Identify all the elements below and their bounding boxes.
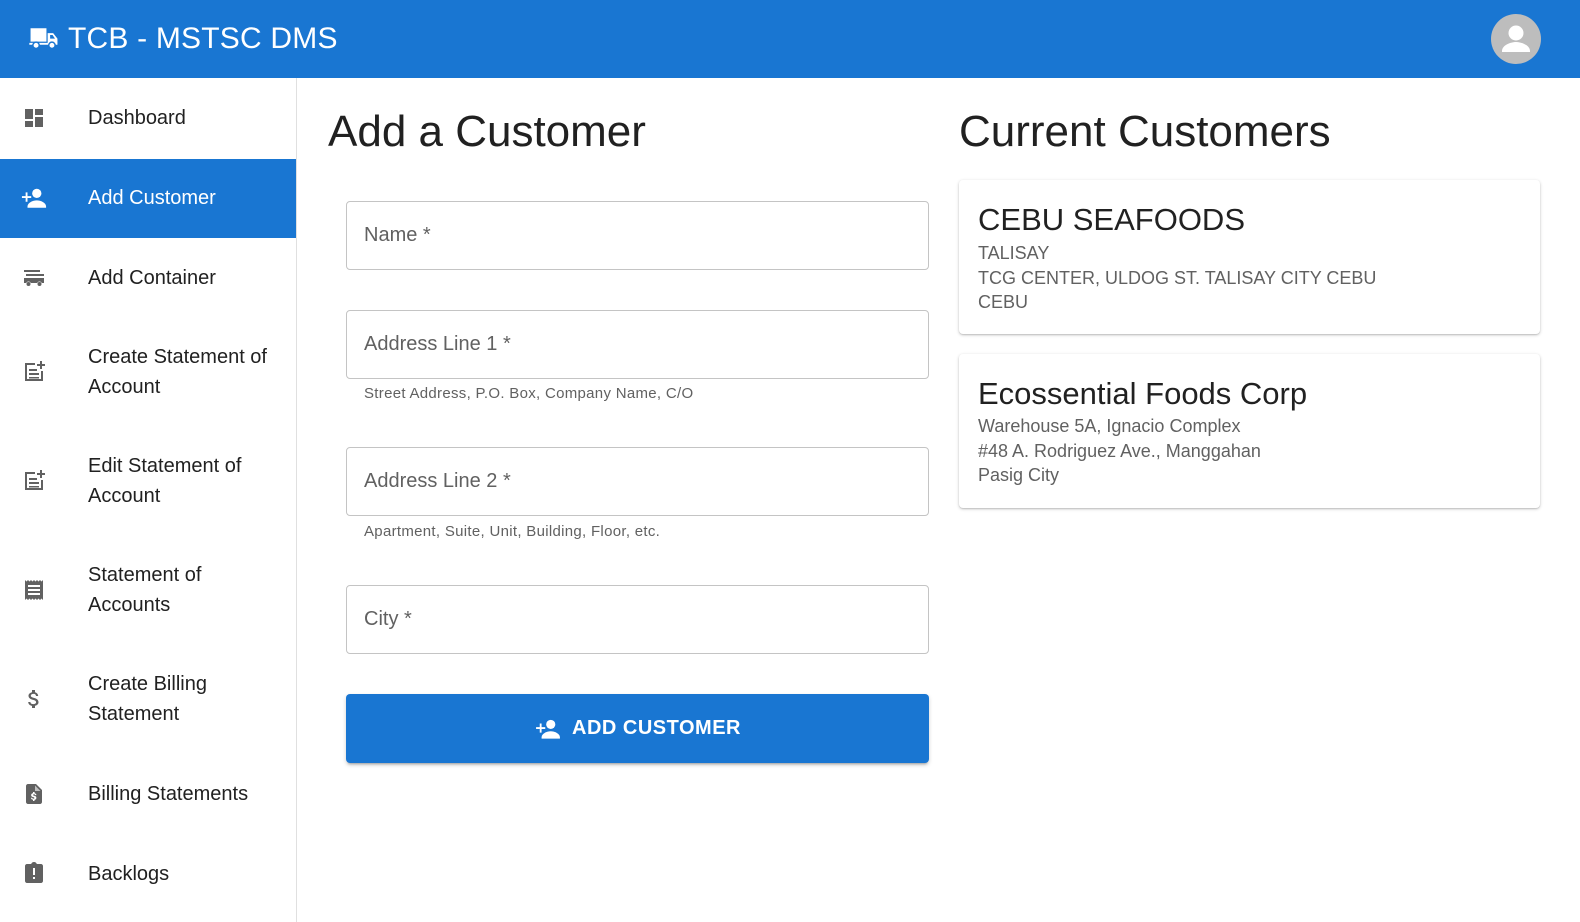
customer-name: Ecossential Foods Corp	[978, 376, 1308, 411]
dashboard-icon	[21, 105, 47, 131]
address-line-2-field[interactable]	[346, 447, 929, 516]
assignment-late-icon	[21, 860, 47, 886]
customers-heading: Current Customers	[959, 107, 1331, 156]
request-quote-icon	[21, 781, 47, 807]
post-add-icon	[21, 359, 47, 385]
truck-icon	[29, 28, 58, 49]
add-customer-button-label: ADD CUSTOMER	[572, 717, 741, 739]
customer-address-line: #48 A. Rodriguez Ave., Manggahan	[978, 441, 1261, 461]
add-customer-button[interactable]: ADD CUSTOMER	[346, 694, 929, 763]
customer-address-line: Warehouse 5A, Ignacio Complex	[978, 416, 1241, 436]
receipt-icon	[21, 577, 47, 603]
customer-address-line: CEBU	[978, 292, 1029, 312]
app-title: TCB - MSTSC DMS	[68, 22, 338, 55]
sidebar-item-label: Dashboard	[88, 107, 186, 129]
sidebar-item-label: Create Statement of Account	[88, 346, 267, 398]
sidebar-item-label: Add Customer	[88, 187, 216, 209]
sidebar-item-statement-of-accounts[interactable]: Statement of Accounts	[0, 536, 296, 644]
sidebar: Dashboard Add Customer Add Container Cre…	[0, 78, 297, 922]
city-field[interactable]	[346, 585, 929, 654]
name-field[interactable]	[346, 201, 929, 270]
container-icon	[21, 265, 47, 291]
sidebar-item-label: Edit Statement of Account	[88, 455, 242, 507]
sidebar-item-label: Statement of Accounts	[88, 564, 202, 616]
sidebar-item-label: Backlogs	[88, 863, 170, 885]
sidebar-item-create-billing[interactable]: Create Billing Statement	[0, 645, 296, 753]
sidebar-item-add-container[interactable]: Add Container	[0, 238, 296, 318]
customer-name: CEBU SEAFOODS	[978, 202, 1245, 237]
form-heading: Add a Customer	[328, 107, 646, 156]
dollar-icon	[21, 686, 47, 712]
sidebar-item-label: Billing Statements	[88, 783, 249, 805]
customer-card[interactable]: Ecossential Foods Corp Warehouse 5A, Ign…	[959, 354, 1540, 508]
app-bar: TCB - MSTSC DMS	[0, 0, 1580, 78]
sidebar-item-billing-statements[interactable]: Billing Statements	[0, 754, 296, 834]
customer-card[interactable]: CEBU SEAFOODS TALISAY TCG CENTER, ULDOG …	[959, 180, 1540, 334]
customer-address-line: Pasig City	[978, 465, 1060, 485]
sidebar-item-edit-soa[interactable]: Edit Statement of Account	[0, 427, 296, 535]
post-add-icon	[21, 468, 47, 494]
sidebar-item-dashboard[interactable]: Dashboard	[0, 78, 296, 158]
address-line-1-field[interactable]	[346, 310, 929, 379]
customer-address-line: TALISAY	[978, 243, 1050, 263]
address-line-1-input[interactable]	[347, 311, 928, 378]
address-line-2-input[interactable]	[347, 448, 928, 515]
name-input[interactable]	[347, 202, 928, 269]
sidebar-item-add-customer[interactable]: Add Customer	[0, 159, 296, 238]
sidebar-item-label: Create Billing Statement	[88, 673, 207, 725]
sidebar-item-create-soa[interactable]: Create Statement of Account	[0, 318, 296, 426]
person-add-icon	[534, 718, 562, 740]
sidebar-item-label: Add Container	[88, 267, 216, 289]
person-add-icon	[21, 185, 47, 211]
sidebar-item-backlogs[interactable]: Backlogs	[0, 834, 296, 914]
account-circle-icon[interactable]	[1491, 14, 1541, 64]
city-input[interactable]	[347, 586, 928, 653]
address-line-1-helper: Street Address, P.O. Box, Company Name, …	[364, 385, 694, 402]
address-line-2-helper: Apartment, Suite, Unit, Building, Floor,…	[364, 523, 661, 540]
customer-address-line: TCG CENTER, ULDOG ST. TALISAY CITY CEBU	[978, 268, 1377, 288]
